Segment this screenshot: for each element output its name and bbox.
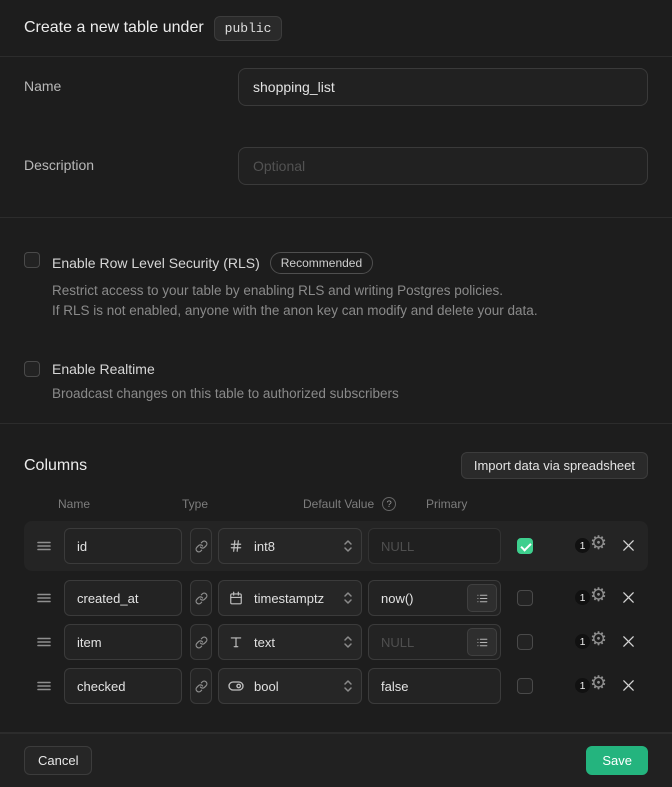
primary-checkbox[interactable] xyxy=(517,634,533,650)
realtime-checkbox[interactable] xyxy=(24,361,40,377)
modal-title: Create a new table under xyxy=(24,19,204,37)
column-type-select[interactable]: int8 xyxy=(218,528,362,564)
drag-handle-icon[interactable] xyxy=(36,678,52,694)
remove-column-icon[interactable] xyxy=(621,590,637,606)
gear-icon: ⚙ xyxy=(590,586,607,606)
primary-checkbox[interactable] xyxy=(517,538,533,554)
primary-checkbox[interactable] xyxy=(517,678,533,694)
column-default-input[interactable] xyxy=(368,668,501,704)
description-form-row: Description xyxy=(24,147,648,185)
rls-body: Enable Row Level Security (RLS) Recommen… xyxy=(52,252,538,321)
column-default-field xyxy=(368,580,501,616)
column-name-input[interactable] xyxy=(64,668,182,704)
column-default-field xyxy=(368,528,501,564)
cancel-button[interactable]: Cancel xyxy=(24,746,92,775)
gear-icon: ⚙ xyxy=(590,534,607,554)
remove-column-icon[interactable] xyxy=(621,634,637,650)
table-row: text 1 ⚙ xyxy=(24,624,648,660)
column-type-select[interactable]: timestamptz xyxy=(218,580,362,616)
header-type: Type xyxy=(182,497,208,511)
foreign-key-link-icon[interactable] xyxy=(190,580,212,616)
table-row: timestamptz 1 ⚙ xyxy=(24,580,648,616)
column-settings-button[interactable]: 1 ⚙ xyxy=(575,632,607,652)
settings-count-badge: 1 xyxy=(575,678,590,693)
columns-title: Columns xyxy=(24,457,87,475)
column-default-field xyxy=(368,668,501,704)
create-table-modal: Create a new table under public Name Des… xyxy=(0,0,672,787)
chevron-updown-icon xyxy=(343,538,353,554)
default-suggestions-icon[interactable] xyxy=(467,628,497,656)
header-name: Name xyxy=(58,497,90,511)
chevron-updown-icon xyxy=(343,590,353,606)
chevron-updown-icon xyxy=(343,634,353,650)
settings-count-badge: 1 xyxy=(575,634,590,649)
header-default-value: Default Value ? xyxy=(303,497,396,511)
description-label: Description xyxy=(24,147,238,173)
drag-handle-icon[interactable] xyxy=(36,634,52,650)
name-label: Name xyxy=(24,68,238,94)
rls-label: Enable Row Level Security (RLS) xyxy=(52,255,260,271)
column-settings-button[interactable]: 1 ⚙ xyxy=(575,676,607,696)
save-button[interactable]: Save xyxy=(586,746,648,775)
table-name-input[interactable] xyxy=(238,68,648,106)
column-settings-button[interactable]: 1 ⚙ xyxy=(575,536,607,556)
realtime-toggle-block: Enable Realtime Broadcast changes on thi… xyxy=(24,361,648,404)
realtime-label: Enable Realtime xyxy=(52,361,155,377)
column-grid-headers: Name Type Default Value ? Primary xyxy=(24,497,648,513)
default-suggestions-icon[interactable] xyxy=(467,584,497,612)
hash-icon xyxy=(227,539,245,553)
column-type-select[interactable]: bool xyxy=(218,668,362,704)
text-icon xyxy=(227,635,245,649)
rls-checkbox[interactable] xyxy=(24,252,40,268)
column-name-input[interactable] xyxy=(64,580,182,616)
toggles-section: Enable Row Level Security (RLS) Recommen… xyxy=(0,218,672,424)
table-row: bool 1 ⚙ xyxy=(24,668,648,704)
column-default-field xyxy=(368,624,501,660)
rls-description: Restrict access to your table by enablin… xyxy=(52,281,538,321)
remove-column-icon[interactable] xyxy=(621,678,637,694)
gear-icon: ⚙ xyxy=(590,674,607,694)
table-description-input[interactable] xyxy=(238,147,648,185)
calendar-icon xyxy=(227,591,245,605)
realtime-body: Enable Realtime Broadcast changes on thi… xyxy=(52,361,399,404)
column-name-input[interactable] xyxy=(64,624,182,660)
recommended-badge: Recommended xyxy=(270,252,373,274)
column-settings-button[interactable]: 1 ⚙ xyxy=(575,588,607,608)
realtime-description: Broadcast changes on this table to autho… xyxy=(52,384,399,404)
schema-badge: public xyxy=(214,16,283,41)
header-primary: Primary xyxy=(426,497,467,511)
modal-footer: Cancel Save xyxy=(0,733,672,787)
column-rows: int8 1 ⚙ timestamptz xyxy=(24,521,648,704)
foreign-key-link-icon[interactable] xyxy=(190,668,212,704)
form-section: Name Description xyxy=(0,57,672,218)
remove-column-icon[interactable] xyxy=(621,538,637,554)
drag-handle-icon[interactable] xyxy=(36,538,52,554)
table-row: int8 1 ⚙ xyxy=(24,521,648,571)
column-default-input[interactable] xyxy=(368,528,501,564)
column-type-select[interactable]: text xyxy=(218,624,362,660)
toggle-icon xyxy=(227,680,245,692)
import-spreadsheet-button[interactable]: Import data via spreadsheet xyxy=(461,452,648,479)
settings-count-badge: 1 xyxy=(575,590,590,605)
gear-icon: ⚙ xyxy=(590,630,607,650)
help-icon[interactable]: ? xyxy=(382,497,396,511)
modal-header: Create a new table under public xyxy=(0,0,672,57)
settings-count-badge: 1 xyxy=(575,538,590,553)
chevron-updown-icon xyxy=(343,678,353,694)
column-name-input[interactable] xyxy=(64,528,182,564)
rls-toggle-block: Enable Row Level Security (RLS) Recommen… xyxy=(24,252,648,321)
name-form-row: Name xyxy=(24,68,648,106)
drag-handle-icon[interactable] xyxy=(36,590,52,606)
foreign-key-link-icon[interactable] xyxy=(190,528,212,564)
primary-checkbox[interactable] xyxy=(517,590,533,606)
foreign-key-link-icon[interactable] xyxy=(190,624,212,660)
columns-section: Columns Import data via spreadsheet Name… xyxy=(0,424,672,733)
